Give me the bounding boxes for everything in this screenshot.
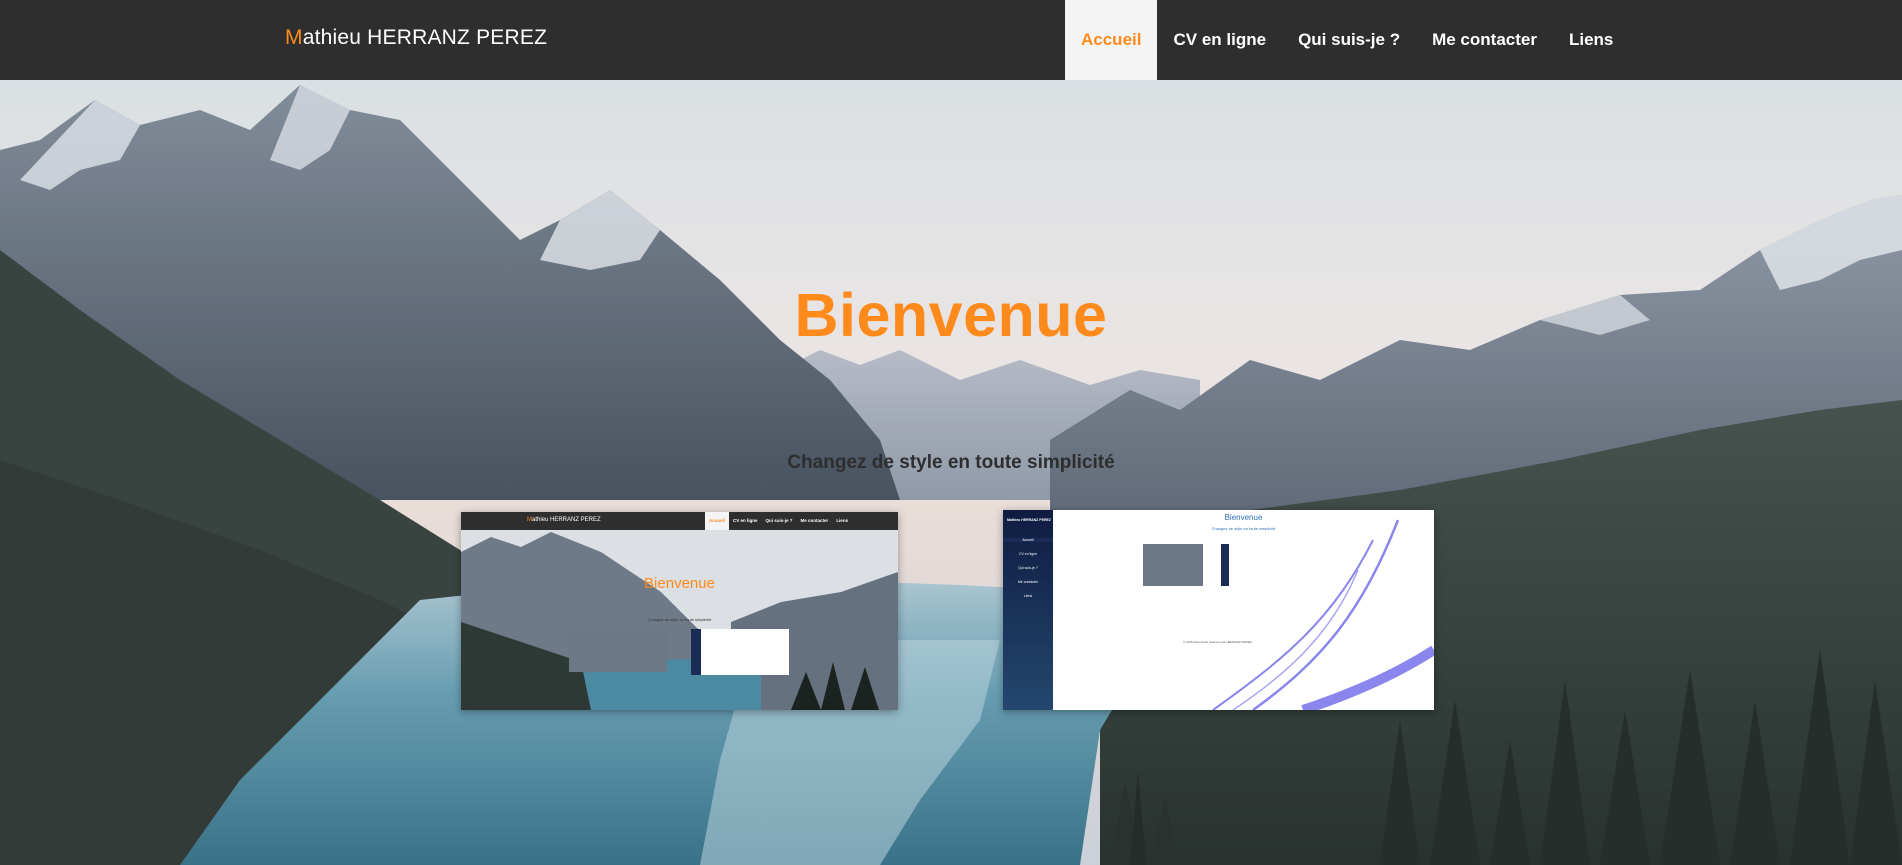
thumbnail-nav-item: Me contacter [800,518,829,523]
thumbnail-mini-preview-2 [691,629,789,675]
thumbnail-brand-name: athieu HERRANZ PEREZ [532,517,601,523]
nav-item-cv-en-ligne[interactable]: CV en ligne [1157,0,1282,80]
thumbnail-nav-item: CV en ligne [733,518,758,523]
thumbnail-title: Bienvenue [644,575,715,592]
hero-section: Bienvenue Changez de style en toute simp… [0,80,1902,865]
thumbnail-subtitle: Changez de style en toute simplicité [647,617,712,622]
thumbnail-nav: Accueil CV en ligne Qui suis-je ? Me con… [705,512,852,530]
thumbnail-mini-preview-1 [569,630,667,672]
hero-subtitle: Changez de style en toute simplicité [787,452,1115,473]
hero-title: Bienvenue [794,281,1108,349]
decorative-waves [1212,519,1434,710]
main-nav: Accueil CV en ligne Qui suis-je ? Me con… [1065,0,1629,80]
theme-thumbnail-sidebar[interactable]: Mathieu HERRANZ PEREZ Accueil CV en lign… [1003,510,1434,710]
nav-item-accueil[interactable]: Accueil [1065,0,1158,80]
thumbnail-nav-item: Qui suis-je ? [765,518,793,523]
thumbnail-navbar: Mathieu HERRANZ PEREZ Accueil CV en lign… [461,512,898,530]
thumbnail-nav-item: Accueil [705,512,730,530]
thumbnail-background [461,512,898,710]
nav-item-qui-suis-je[interactable]: Qui suis-je ? [1282,0,1416,80]
thumbnail-nav-item: Liens [836,518,849,523]
nav-item-liens[interactable]: Liens [1553,0,1629,80]
brand-initial: M [285,26,303,49]
brand-name: athieu HERRANZ PEREZ [302,26,548,49]
theme-thumbnail-classic[interactable]: Mathieu HERRANZ PEREZ Accueil CV en lign… [461,512,898,710]
nav-item-me-contacter[interactable]: Me contacter [1416,0,1553,80]
top-navbar: Mathieu HERRANZ PEREZ Accueil CV en lign… [0,0,1902,80]
site-brand[interactable]: Mathieu HERRANZ PEREZ [285,26,547,50]
thumbnail-brand: Mathieu HERRANZ PEREZ [527,517,601,523]
